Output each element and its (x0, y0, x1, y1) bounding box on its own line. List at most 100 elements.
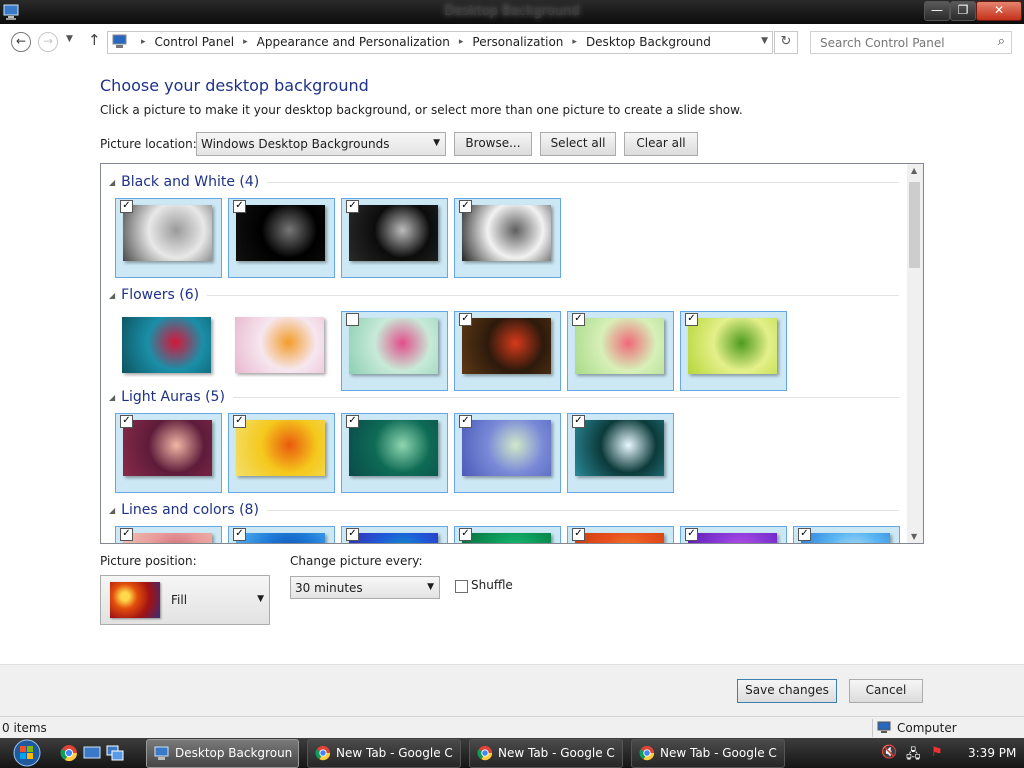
browse-button[interactable]: Browse... (454, 132, 532, 156)
select-all-button[interactable]: Select all (540, 132, 616, 156)
wallpaper-checkbox[interactable]: ✓ (459, 528, 472, 541)
gallery-group-header[interactable]: ◢ Flowers (6) (109, 285, 899, 305)
wallpaper-thumbnail[interactable]: ✓ (341, 526, 448, 543)
breadcrumb-separator-icon[interactable]: ▸ (243, 37, 248, 49)
wallpaper-thumbnail[interactable]: ✓ (454, 311, 561, 391)
wallpaper-thumbnail[interactable]: ✓ (228, 413, 335, 493)
wallpaper-thumbnail[interactable]: ✓ (454, 526, 561, 543)
volume-muted-icon[interactable]: 🔇 (881, 745, 897, 760)
wallpaper-thumbnail[interactable]: ✓ (115, 198, 222, 278)
recent-pages-dropdown[interactable]: ▼ (66, 34, 73, 44)
shuffle-label[interactable]: Shuffle (471, 578, 513, 592)
wallpaper-image (575, 533, 664, 543)
wallpaper-thumbnail[interactable]: ✓ (454, 198, 561, 278)
wallpaper-thumbnail[interactable]: ✓ (115, 413, 222, 493)
wallpaper-checkbox[interactable]: ✓ (346, 415, 359, 428)
wallpaper-checkbox[interactable]: ✓ (120, 200, 133, 213)
wallpaper-checkbox[interactable]: ✓ (572, 528, 585, 541)
scrollbar-thumb[interactable] (909, 182, 920, 268)
wallpaper-thumbnail[interactable]: ✓ (115, 526, 222, 543)
breadcrumb-item[interactable]: Control Panel (155, 35, 235, 49)
start-button[interactable] (10, 739, 44, 767)
wallpaper-thumbnail[interactable]: ✓ (680, 526, 787, 543)
scroll-up-icon[interactable]: ▲ (911, 166, 917, 175)
wallpaper-checkbox[interactable]: ✓ (572, 313, 585, 326)
back-button[interactable]: ← (11, 32, 31, 52)
wallpaper-thumbnail[interactable]: ✓ (454, 413, 561, 493)
save-changes-button[interactable]: Save changes (737, 679, 837, 703)
wallpaper-thumbnail[interactable]: ✓ (567, 311, 674, 391)
breadcrumb-separator-icon[interactable]: ▸ (572, 37, 577, 49)
wallpaper-thumbnail[interactable]: ✓ (341, 198, 448, 278)
wallpaper-checkbox[interactable]: ✓ (685, 313, 698, 326)
wallpaper-checkbox[interactable]: ✓ (346, 200, 359, 213)
wallpaper-checkbox[interactable] (346, 313, 359, 326)
chrome-icon[interactable] (60, 744, 78, 762)
gallery-group-header[interactable]: ◢ Light Auras (5) (109, 387, 899, 407)
taskbar-button-label: New Tab - Google C... (498, 746, 616, 760)
taskbar-button[interactable]: New Tab - Google C... (469, 739, 623, 768)
wallpaper-checkbox[interactable]: ✓ (120, 415, 133, 428)
breadcrumb-item[interactable]: Appearance and Personalization (257, 35, 450, 49)
breadcrumb-separator-icon[interactable]: ▸ (141, 37, 146, 49)
gallery-group-header[interactable]: ◢ Black and White (4) (109, 172, 899, 192)
wallpaper-gallery[interactable]: ▲ ▼ ◢ Black and White (4) ✓ ✓ ✓ ✓ ◢ Flowers (6)… (100, 163, 924, 544)
wallpaper-checkbox[interactable]: ✓ (459, 200, 472, 213)
wallpaper-thumbnail[interactable]: ✓ (567, 413, 674, 493)
wallpaper-checkbox[interactable]: ✓ (459, 415, 472, 428)
wallpaper-checkbox[interactable]: ✓ (233, 528, 246, 541)
refresh-button[interactable]: ↻ (774, 31, 798, 54)
address-bar[interactable]: ▸ Control Panel ▸ Appearance and Personaliz… (107, 31, 773, 54)
breadcrumb-item[interactable]: Personalization (472, 35, 563, 49)
wallpaper-thumbnail[interactable]: ✓ (228, 198, 335, 278)
picture-position-select[interactable]: Fill ▼ (100, 575, 270, 625)
collapse-arrow-icon[interactable]: ◢ (109, 506, 115, 515)
collapse-arrow-icon[interactable]: ◢ (109, 178, 115, 187)
breadcrumb-item[interactable]: Desktop Background (586, 35, 711, 49)
collapse-arrow-icon[interactable]: ◢ (109, 291, 115, 300)
maximize-button[interactable]: ❐ (950, 1, 976, 21)
wallpaper-thumbnail[interactable]: ✓ (341, 413, 448, 493)
picture-location-select[interactable]: Windows Desktop Backgrounds ▼ (196, 132, 446, 156)
show-desktop-icon[interactable] (83, 744, 101, 762)
chevron-down-icon[interactable]: ▼ (761, 36, 768, 46)
wallpaper-thumbnail[interactable]: ✓ (567, 526, 674, 543)
taskbar-button[interactable]: Desktop Background (146, 739, 299, 768)
wallpaper-thumbnail[interactable]: ✓ (793, 526, 900, 543)
cancel-button[interactable]: Cancel (849, 679, 923, 703)
wallpaper-thumbnail[interactable] (341, 311, 448, 391)
change-picture-select[interactable]: 30 minutes ▼ (290, 576, 440, 599)
wallpaper-checkbox[interactable]: ✓ (798, 528, 811, 541)
up-button[interactable]: ↑ (88, 31, 101, 49)
wallpaper-checkbox[interactable]: ✓ (233, 200, 246, 213)
taskbar-button[interactable]: New Tab - Google C... (307, 739, 461, 768)
scroll-down-icon[interactable]: ▼ (911, 532, 917, 541)
breadcrumb-separator-icon[interactable]: ▸ (459, 37, 464, 49)
search-icon[interactable]: ⌕ (998, 34, 1005, 49)
shuffle-checkbox[interactable] (455, 580, 468, 593)
search-box[interactable]: ⌕ (810, 31, 1012, 54)
action-center-icon[interactable]: ⚑ (931, 745, 943, 760)
wallpaper-checkbox[interactable]: ✓ (459, 313, 472, 326)
clear-all-button[interactable]: Clear all (624, 132, 698, 156)
taskbar-button[interactable]: New Tab - Google C... (631, 739, 785, 768)
wallpaper-thumbnail[interactable] (228, 311, 335, 391)
minimize-button[interactable]: — (924, 1, 950, 21)
gallery-group-header[interactable]: ◢ Lines and colors (8) (109, 500, 899, 520)
network-icon[interactable]: 🖧 (906, 745, 921, 767)
forward-button[interactable]: → (38, 32, 58, 52)
wallpaper-thumbnail[interactable]: ✓ (680, 311, 787, 391)
vertical-scrollbar[interactable]: ▲ ▼ (907, 164, 923, 543)
close-button[interactable]: ✕ (976, 1, 1022, 21)
search-input[interactable] (818, 35, 987, 51)
wallpaper-checkbox[interactable]: ✓ (346, 528, 359, 541)
collapse-arrow-icon[interactable]: ◢ (109, 393, 115, 402)
switch-windows-icon[interactable] (106, 744, 124, 762)
clock[interactable]: 3:39 PM (968, 746, 1016, 760)
wallpaper-checkbox[interactable]: ✓ (572, 415, 585, 428)
wallpaper-thumbnail[interactable]: ✓ (228, 526, 335, 543)
wallpaper-thumbnail[interactable] (115, 311, 222, 391)
wallpaper-checkbox[interactable]: ✓ (685, 528, 698, 541)
wallpaper-checkbox[interactable]: ✓ (233, 415, 246, 428)
wallpaper-checkbox[interactable]: ✓ (120, 528, 133, 541)
